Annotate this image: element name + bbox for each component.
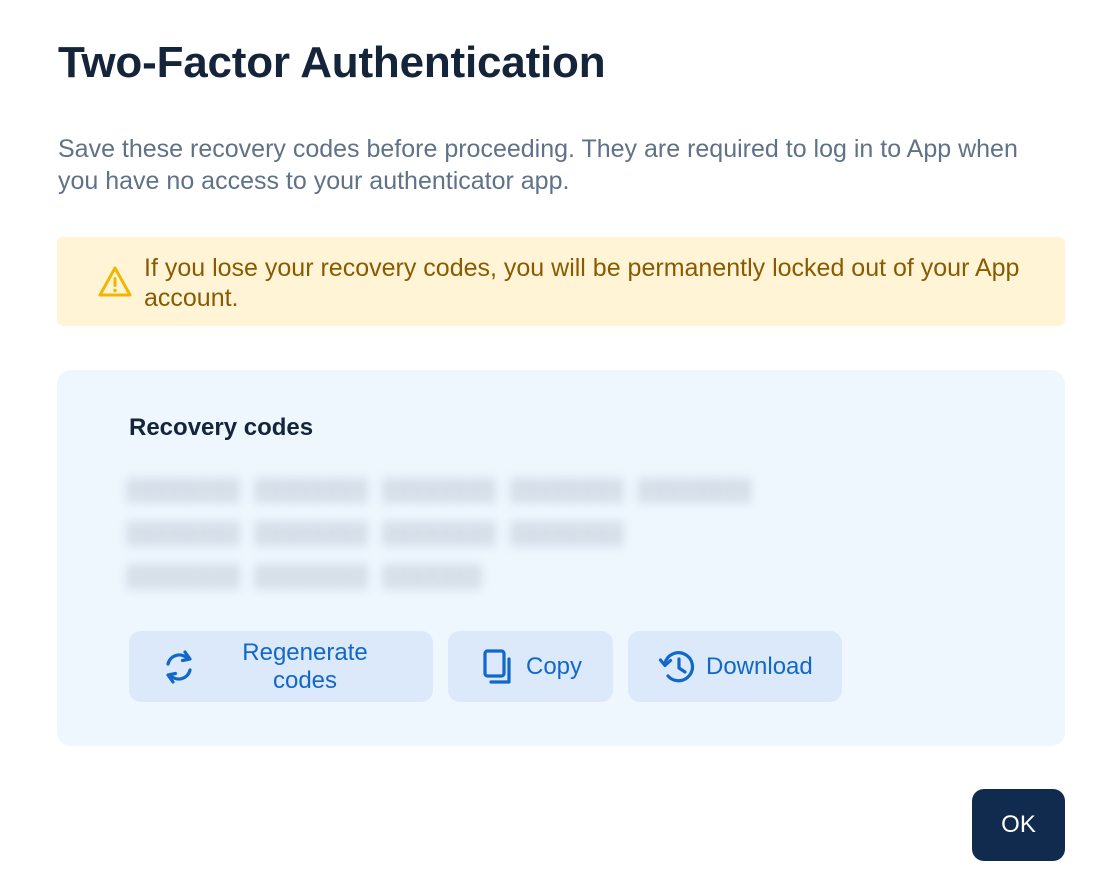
ok-button[interactable]: OK <box>972 789 1065 861</box>
warning-text: If you lose your recovery codes, you wil… <box>144 254 1020 312</box>
recovery-codes-panel: Recovery codes ▒▒▒▒▒▒▒▒ ▒▒▒▒▒▒▒▒ ▒▒▒▒▒▒▒… <box>57 370 1065 746</box>
recovery-codes-list: ▒▒▒▒▒▒▒▒ ▒▒▒▒▒▒▒▒ ▒▒▒▒▒▒▒▒ ▒▒▒▒▒▒▒▒ ▒▒▒▒… <box>127 470 827 599</box>
recovery-actions: Regenerate codes Copy Download <box>129 631 842 702</box>
recovery-codes-heading: Recovery codes <box>129 414 314 441</box>
warning-banner: If you lose your recovery codes, you wil… <box>57 237 1065 326</box>
download-label: Download <box>706 652 813 680</box>
download-codes-button[interactable]: Download <box>628 631 842 702</box>
recovery-code-line: ▒▒▒▒▒▒▒▒ ▒▒▒▒▒▒▒▒ ▒▒▒▒▒▒▒▒ ▒▒▒▒▒▒▒▒ ▒▒▒▒… <box>127 479 752 504</box>
copy-codes-button[interactable]: Copy <box>448 631 613 702</box>
warning-triangle-icon <box>97 265 133 299</box>
history-icon <box>658 647 698 687</box>
recovery-code-line: ▒▒▒▒▒▒▒▒ ▒▒▒▒▒▒▒▒ ▒▒▒▒▒▒▒▒ ▒▒▒▒▒▒▒▒ <box>127 522 625 547</box>
copy-icon <box>478 647 518 687</box>
copy-label: Copy <box>526 652 583 680</box>
dialog-description: Save these recovery codes before proceed… <box>58 135 1018 195</box>
regenerate-codes-label: Regenerate codes <box>242 638 368 694</box>
dialog-title: Two-Factor Authentication <box>58 38 606 87</box>
refresh-icon <box>159 647 199 687</box>
two-factor-dialog: Two-Factor Authentication Save these rec… <box>0 0 1120 887</box>
regenerate-codes-button[interactable]: Regenerate codes <box>129 631 433 702</box>
recovery-code-line: ▒▒▒▒▒▒▒▒ ▒▒▒▒▒▒▒▒ ▒▒▒▒▒▒▒ <box>127 565 483 590</box>
